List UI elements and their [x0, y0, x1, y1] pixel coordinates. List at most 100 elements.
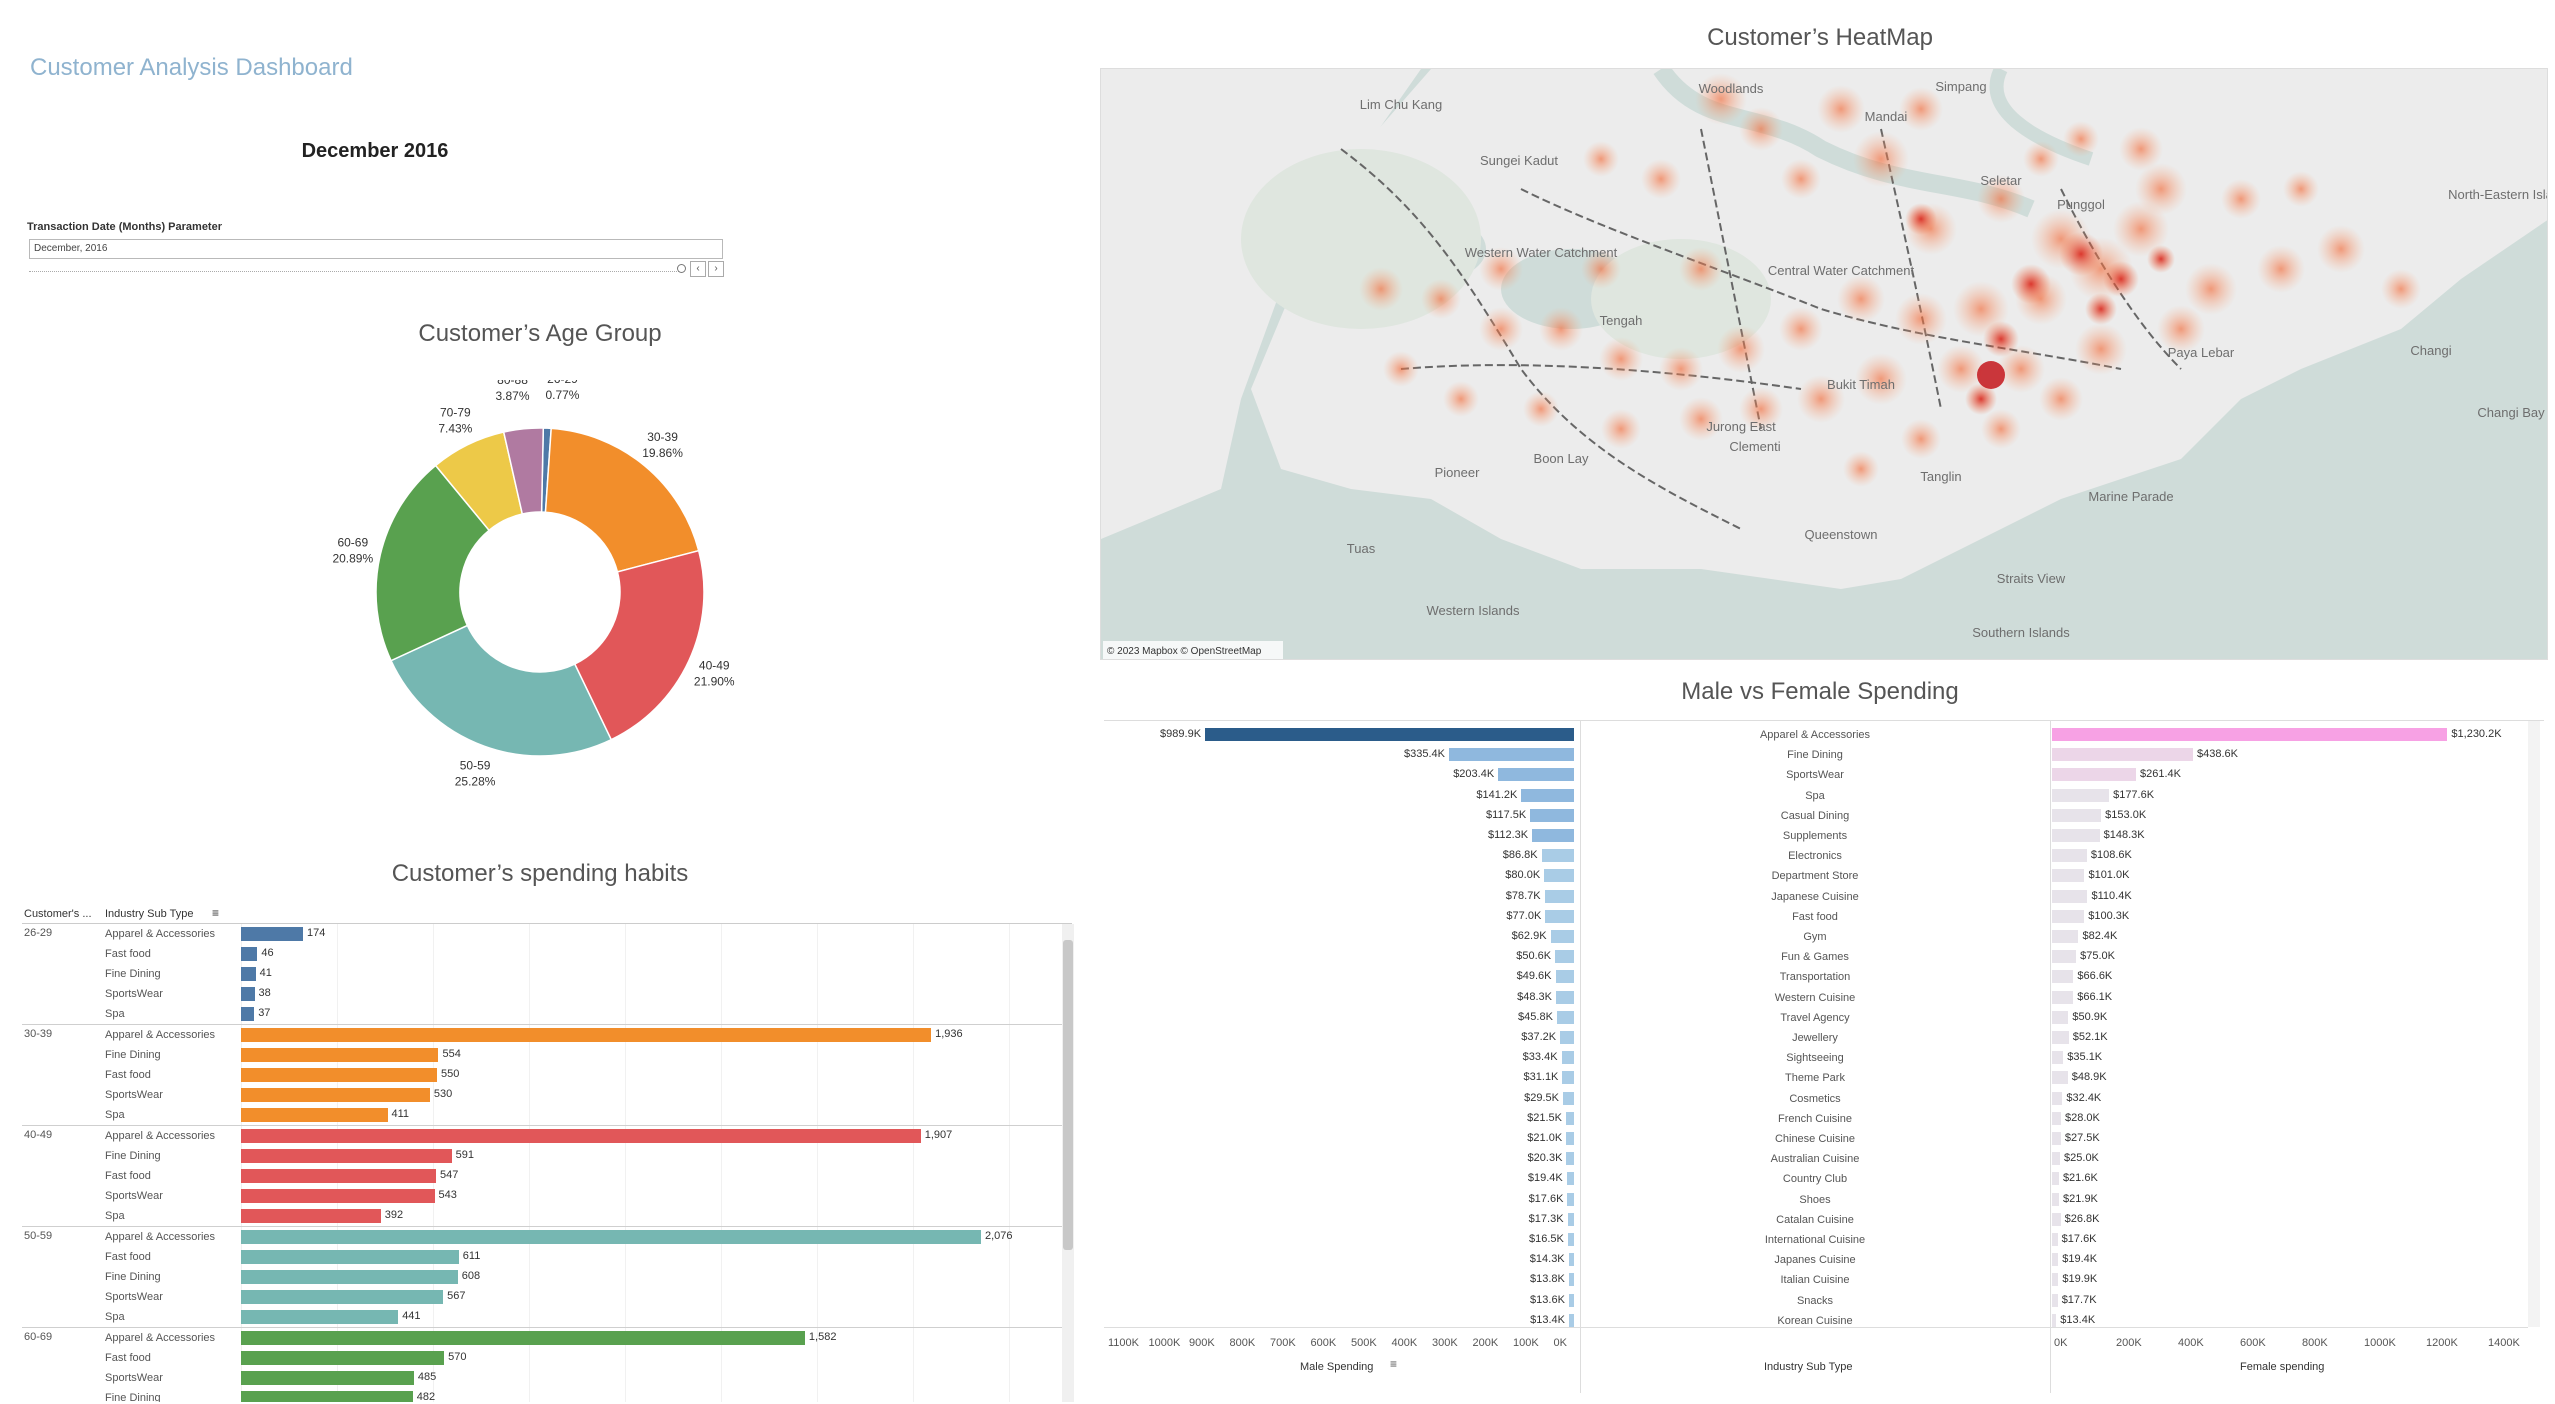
spending-bar[interactable]: [241, 1007, 255, 1021]
table-row[interactable]: $86.8K Electronics $108.6K: [1104, 846, 2544, 866]
table-row[interactable]: $17.3K Catalan Cuisine $26.8K: [1104, 1210, 2544, 1230]
spending-bar[interactable]: [241, 1068, 438, 1082]
female-spending-bar[interactable]: [2052, 1273, 2059, 1287]
male-spending-bar[interactable]: [1569, 1313, 1574, 1327]
spending-habits-scroll-thumb[interactable]: [1063, 940, 1073, 1250]
table-row[interactable]: Fast food 547: [22, 1166, 1062, 1186]
spending-bar[interactable]: [241, 1331, 805, 1345]
table-row[interactable]: SportsWear 543: [22, 1186, 1062, 1206]
table-row[interactable]: $62.9K Gym $82.4K: [1104, 927, 2544, 947]
female-spending-bar[interactable]: [2052, 808, 2102, 822]
female-spending-bar[interactable]: [2052, 1293, 2058, 1307]
table-row[interactable]: SportsWear 567: [22, 1287, 1062, 1307]
female-spending-bar[interactable]: [2052, 1091, 2063, 1105]
male-spending-bar[interactable]: [1568, 1253, 1574, 1267]
male-spending-bar[interactable]: [1532, 829, 1574, 842]
male-spending-bar[interactable]: [1563, 1091, 1574, 1105]
table-row[interactable]: SportsWear 38: [22, 984, 1062, 1004]
male-spending-bar[interactable]: [1541, 849, 1574, 863]
spending-bar[interactable]: [241, 1351, 445, 1365]
spending-bar[interactable]: [241, 1371, 414, 1385]
spending-bar[interactable]: [241, 987, 255, 1001]
table-row[interactable]: 50-59 Apparel & Accessories 2,076: [22, 1227, 1062, 1247]
table-row[interactable]: $48.3K Western Cuisine $66.1K: [1104, 988, 2544, 1008]
table-row[interactable]: $14.3K Japanes Cuisine $19.4K: [1104, 1250, 2544, 1270]
table-row[interactable]: 30-39 Apparel & Accessories 1,936: [22, 1025, 1062, 1045]
spending-bar[interactable]: [241, 1108, 388, 1122]
table-row[interactable]: $29.5K Cosmetics $32.4K: [1104, 1089, 2544, 1109]
spending-bar[interactable]: [241, 1189, 435, 1203]
table-row[interactable]: $112.3K Supplements $148.3K: [1104, 826, 2544, 846]
table-row[interactable]: $20.3K Australian Cuisine $25.0K: [1104, 1149, 2544, 1169]
table-row[interactable]: $49.6K Transportation $66.6K: [1104, 967, 2544, 987]
table-row[interactable]: $21.5K French Cuisine $28.0K: [1104, 1109, 2544, 1129]
table-row[interactable]: $78.7K Japanese Cuisine $110.4K: [1104, 887, 2544, 907]
table-row[interactable]: 40-49 Apparel & Accessories 1,907: [22, 1126, 1062, 1146]
female-spending-bar[interactable]: [2052, 1233, 2058, 1246]
male-spending-bar[interactable]: [1550, 930, 1574, 943]
sort-icon[interactable]: ≡: [1390, 1357, 1397, 1371]
spending-bar[interactable]: [241, 1169, 436, 1183]
spending-bar[interactable]: [241, 927, 304, 941]
male-spending-bar[interactable]: [1565, 1111, 1574, 1125]
male-spending-bar[interactable]: [1566, 1132, 1574, 1145]
table-row[interactable]: $335.4K Fine Dining $438.6K: [1104, 745, 2544, 765]
table-row[interactable]: Fast food 46: [22, 944, 1062, 964]
spending-bar[interactable]: [241, 967, 256, 981]
female-spending-bar[interactable]: [2052, 788, 2110, 802]
female-spending-bar[interactable]: [2052, 1172, 2059, 1186]
male-spending-bar[interactable]: [1544, 889, 1574, 903]
table-row[interactable]: $33.4K Sightseeing $35.1K: [1104, 1048, 2544, 1068]
female-spending-bar[interactable]: [2052, 950, 2077, 964]
female-spending-bar[interactable]: [2052, 909, 2085, 923]
male-spending-bar[interactable]: [1498, 768, 1574, 782]
table-row[interactable]: $13.8K Italian Cuisine $19.9K: [1104, 1270, 2544, 1290]
table-row[interactable]: Spa 392: [22, 1206, 1062, 1226]
table-row[interactable]: $117.5K Casual Dining $153.0K: [1104, 806, 2544, 826]
table-row[interactable]: Fine Dining 482: [22, 1388, 1062, 1402]
spending-bar[interactable]: [241, 947, 258, 961]
male-spending-bar[interactable]: [1566, 1152, 1574, 1166]
male-spending-bar[interactable]: [1567, 1233, 1574, 1246]
female-spending-bar[interactable]: [2052, 889, 2088, 903]
female-spending-bar[interactable]: [2052, 869, 2085, 883]
sort-icon[interactable]: ≡: [212, 906, 219, 920]
spending-bar[interactable]: [241, 1310, 399, 1324]
table-row[interactable]: Fast food 570: [22, 1348, 1062, 1368]
male-spending-bar[interactable]: [1555, 950, 1574, 964]
female-spending-bar[interactable]: [2052, 930, 2079, 943]
table-row[interactable]: 60-69 Apparel & Accessories 1,582: [22, 1328, 1062, 1348]
spending-bar[interactable]: [241, 1028, 932, 1042]
table-row[interactable]: Fine Dining 608: [22, 1267, 1062, 1287]
male-spending-bar[interactable]: [1568, 1293, 1574, 1307]
male-spending-bar[interactable]: [1521, 788, 1574, 802]
female-spending-bar[interactable]: [2052, 990, 2074, 1004]
male-spending-bar[interactable]: [1566, 1172, 1574, 1186]
table-row[interactable]: $203.4K SportsWear $261.4K: [1104, 765, 2544, 785]
spending-bar[interactable]: [241, 1250, 459, 1264]
table-row[interactable]: Spa 441: [22, 1307, 1062, 1327]
male-spending-bar[interactable]: [1560, 1031, 1574, 1044]
male-spending-bar[interactable]: [1561, 1051, 1574, 1065]
parameter-slider-handle[interactable]: [677, 264, 686, 273]
table-row[interactable]: Fine Dining 41: [22, 964, 1062, 984]
table-row[interactable]: $13.6K Snacks $17.7K: [1104, 1291, 2544, 1311]
female-spending-bar[interactable]: [2052, 1253, 2059, 1267]
spending-bar[interactable]: [241, 1209, 381, 1223]
spending-bar[interactable]: [241, 1088, 430, 1102]
table-row[interactable]: Spa 37: [22, 1004, 1062, 1024]
male-spending-bar[interactable]: [1567, 1192, 1574, 1206]
table-row[interactable]: 26-29 Apparel & Accessories 174: [22, 924, 1062, 944]
spending-bar[interactable]: [241, 1270, 458, 1284]
spending-bar[interactable]: [241, 1391, 413, 1402]
female-spending-bar[interactable]: [2052, 829, 2100, 842]
spending-bar[interactable]: [241, 1149, 452, 1163]
table-row[interactable]: $16.5K International Cuisine $17.6K: [1104, 1230, 2544, 1250]
table-row[interactable]: $77.0K Fast food $100.3K: [1104, 907, 2544, 927]
table-row[interactable]: $37.2K Jewellery $52.1K: [1104, 1028, 2544, 1048]
male-spending-bar[interactable]: [1448, 748, 1574, 762]
female-spending-bar[interactable]: [2052, 1111, 2061, 1125]
male-spending-bar[interactable]: [1530, 808, 1574, 822]
male-spending-bar[interactable]: [1544, 869, 1574, 883]
male-spending-bar[interactable]: [1205, 728, 1574, 741]
